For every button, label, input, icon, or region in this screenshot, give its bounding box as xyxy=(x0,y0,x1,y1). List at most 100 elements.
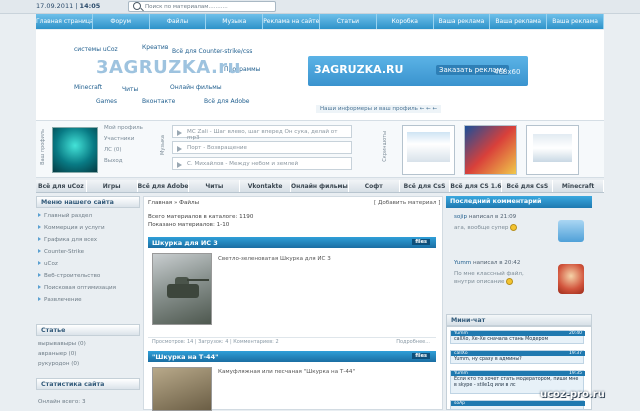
files-badge: files xyxy=(412,239,430,245)
more-link[interactable]: Подробнее... xyxy=(396,339,430,345)
menu-item[interactable]: Коммерция и услуги xyxy=(38,225,105,231)
nav-box[interactable]: Коробка xyxy=(376,14,434,29)
cat-games[interactable]: Игры xyxy=(87,180,138,192)
cat-adobe[interactable]: Всё для Adobe xyxy=(138,180,190,192)
tag-link[interactable]: Онлайн фильмы xyxy=(170,84,222,91)
chat-title: Мини-чат xyxy=(446,314,592,326)
menu-item[interactable]: Развлечение xyxy=(38,297,82,303)
comment-meta: Yumm написал в 20:42 xyxy=(454,260,521,266)
members-link[interactable]: Участники xyxy=(104,136,134,142)
cat-css[interactable]: Всё для CsS xyxy=(400,180,451,192)
screenshot-thumb[interactable] xyxy=(402,125,455,175)
add-material-link[interactable]: [ Добавить материал ] xyxy=(374,200,440,206)
play-icon xyxy=(177,146,182,152)
arrow-icon xyxy=(38,225,41,229)
site-stats-title: Статистика сайта xyxy=(36,378,140,390)
arrow-icon xyxy=(38,285,41,289)
banner-logo: 3AGRUZKA.RU xyxy=(314,63,404,76)
screenshot-thumb[interactable] xyxy=(464,125,517,175)
profile-vertical-label: Ваш профиль xyxy=(40,129,46,165)
cat-soft[interactable]: Софт xyxy=(349,180,400,192)
nav-files[interactable]: Файлы xyxy=(149,14,207,29)
cat-cheats[interactable]: Читы xyxy=(189,180,241,192)
chat-message: callXo 19:37 Yumm, ну сразу в админы? xyxy=(450,350,585,364)
stats-title: Статье xyxy=(36,324,140,336)
music-vertical-label: Музыка xyxy=(160,135,166,155)
menu-item[interactable]: Главный раздел xyxy=(38,213,92,219)
my-profile-link[interactable]: Мой профиль xyxy=(104,125,143,131)
nav-music[interactable]: Музыка xyxy=(206,14,264,29)
entry-title[interactable]: "Шкурка на Т-44" files xyxy=(148,351,436,362)
entry-image[interactable] xyxy=(152,367,212,411)
user-avatar[interactable] xyxy=(558,264,584,294)
smiley-icon xyxy=(510,224,518,231)
left-sidebar: Меню нашего сайта Главный раздел Коммерц… xyxy=(36,196,140,410)
cat-ucoz[interactable]: Всё для uCoz xyxy=(36,180,87,192)
nav-your-ad-1[interactable]: Ваша реклама xyxy=(433,14,491,29)
track-item[interactable]: Порт - Возвращение xyxy=(172,141,352,154)
soap-avatar[interactable] xyxy=(558,220,584,242)
menu-item[interactable]: uCoz xyxy=(38,261,58,267)
tag-link[interactable]: Всё для Adobe xyxy=(204,98,250,105)
header: системы uCoz Креатив Всё для Counter-str… xyxy=(36,30,604,120)
nav-articles[interactable]: Статьи xyxy=(319,14,377,29)
tag-link[interactable]: Minecraft xyxy=(74,84,102,91)
main-nav: Главная страница Форум Файлы Музыка Рекл… xyxy=(36,14,604,29)
entry-image[interactable] xyxy=(152,253,212,325)
menu-item[interactable]: Графика для всех xyxy=(38,237,97,243)
menu-item[interactable]: Поисковая оптимизация xyxy=(38,285,116,291)
search-input[interactable]: Поиск по материалам........... xyxy=(128,1,276,12)
play-icon xyxy=(177,162,182,168)
tag-link[interactable]: Креатив xyxy=(142,44,168,51)
tag-link[interactable]: Читы xyxy=(122,86,138,93)
profile-strip: Ваш профиль Мой профиль Участники ЛС (0)… xyxy=(36,120,604,178)
chat-message: Yumm 20:40 callXo, Хе-Хе сначала стань Мод… xyxy=(450,330,585,344)
comment-text: ага, вообще супер xyxy=(454,224,518,231)
online-count: Онлайн всего: 3 xyxy=(38,399,86,405)
ad-banner[interactable]: 3AGRUZKA.RU Заказать рекламу 468x60 xyxy=(308,56,528,86)
pm-link[interactable]: ЛС (0) xyxy=(104,147,122,153)
tag-link[interactable]: Всё для Counter-strike/css xyxy=(172,48,252,55)
screenshot-thumb[interactable] xyxy=(526,125,579,175)
breadcrumb[interactable]: Главная » Файлы xyxy=(148,200,199,206)
category-nav: Всё для uCoz Игры Всё для Adobe Читы Vko… xyxy=(36,180,604,193)
logout-link[interactable]: Выход xyxy=(104,158,123,164)
nav-forum[interactable]: Форум xyxy=(92,14,150,29)
menu-item[interactable]: Веб-строительство xyxy=(38,273,100,279)
tag-link[interactable]: Вконтакте xyxy=(142,98,175,105)
search-icon xyxy=(133,2,141,10)
track-item[interactable]: МС Zali - Шаг влево, шаг вперед Он сука,… xyxy=(172,125,352,141)
cat-movies[interactable]: Онлайн фильмы xyxy=(291,180,349,192)
tank-icon xyxy=(167,277,209,298)
nav-home[interactable]: Главная страница xyxy=(36,14,93,29)
total-count: Всего материалов в каталоге: 1190 xyxy=(148,214,254,220)
stats-item[interactable]: вырывавыры (0) xyxy=(38,341,86,347)
arrow-icon xyxy=(38,273,41,277)
cat-vkontakte[interactable]: Vkontakte xyxy=(240,180,292,192)
entry-description: Камуфляжная или песчаная "Шкурка на Т-44… xyxy=(218,369,356,375)
arrow-icon xyxy=(38,213,41,217)
smiley-icon xyxy=(506,278,514,285)
entry-info: Просмотров: 14 | Загрузок: 4 | Комментар… xyxy=(148,337,436,345)
cat-minecraft[interactable]: Minecraft xyxy=(553,180,604,192)
cat-cs16[interactable]: Всё для CS 1.6 xyxy=(450,180,503,192)
cat-css-2[interactable]: Всё для CsS xyxy=(502,180,554,192)
shown-count: Показано материалов: 1-10 xyxy=(148,222,230,228)
site-logo[interactable]: 3AGRUZKA.ru xyxy=(96,57,241,78)
date-time: 17.09.2011 | 14:05 xyxy=(36,2,101,10)
nav-your-ad-2[interactable]: Ваша реклама xyxy=(490,14,548,29)
nav-your-ad-3[interactable]: Ваша реклама xyxy=(547,14,604,29)
comment-text: По мне классный файл, внутри описание xyxy=(454,271,524,285)
entry-title[interactable]: Шкурка для ИС 3 files xyxy=(148,237,436,248)
files-badge: files xyxy=(412,353,430,359)
arrow-icon xyxy=(38,249,41,253)
stats-item[interactable]: авраныер (0) xyxy=(38,351,76,357)
tag-link[interactable]: Games xyxy=(96,98,117,105)
nav-ads[interactable]: Реклама на сайте xyxy=(263,14,320,29)
stats-item[interactable]: рукуродон (0) xyxy=(38,361,79,367)
right-sidebar: Последний комментарий sojip написал в 21… xyxy=(446,196,592,410)
menu-item[interactable]: Counter-Strike xyxy=(38,249,84,255)
track-item[interactable]: С. Михайлов - Между небом и землей xyxy=(172,157,352,170)
tag-link[interactable]: системы uCoz xyxy=(74,46,118,53)
chat-message: soAp xyxy=(450,400,585,410)
